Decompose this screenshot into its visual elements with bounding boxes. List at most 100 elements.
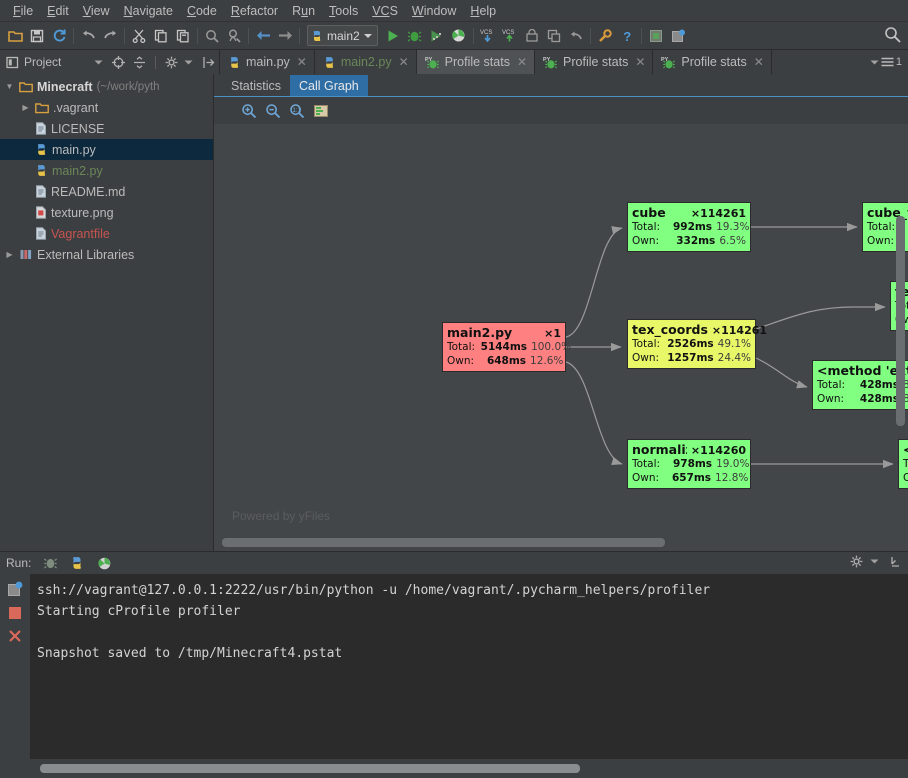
- hide-panel-icon[interactable]: [202, 56, 215, 69]
- run-console-output[interactable]: ssh://vagrant@127.0.0.1:2222/usr/bin/pyt…: [31, 574, 908, 759]
- tab-call-graph[interactable]: Call Graph: [290, 75, 368, 96]
- graph-node-main2[interactable]: main2.py ×1 Total: 5144ms 100.0% Own: 64…: [442, 322, 566, 372]
- vcs-update-icon[interactable]: VCS: [477, 25, 499, 47]
- tree-item-vagrantfile[interactable]: ▶ Vagrantfile: [0, 223, 213, 244]
- editor-tab-main-py[interactable]: main.py ✕: [220, 50, 315, 74]
- menu-item-code[interactable]: Code: [180, 2, 224, 20]
- profile-snapshot-icon[interactable]: [93, 552, 115, 574]
- close-icon[interactable]: ✕: [517, 55, 527, 69]
- debug-icon[interactable]: [404, 25, 426, 47]
- menu-item-view[interactable]: View: [76, 2, 117, 20]
- chevron-down-icon[interactable]: [870, 558, 879, 565]
- help-icon[interactable]: ?: [616, 25, 638, 47]
- menu-item-vcs[interactable]: VCS: [365, 2, 405, 20]
- node-own-line: Own: 428ms 8.3%: [817, 393, 908, 406]
- cut-icon[interactable]: [128, 25, 150, 47]
- undo-icon[interactable]: [77, 25, 99, 47]
- close-icon[interactable]: [8, 629, 22, 643]
- vcs-commit-icon[interactable]: VCS: [499, 25, 521, 47]
- deployment-icon[interactable]: [667, 25, 689, 47]
- tree-item-main2-py[interactable]: ▶ main2.py: [0, 160, 213, 181]
- editor-tab-profile-stats-2[interactable]: PY Profile stats ✕: [535, 50, 653, 74]
- node-total-label: Total:: [632, 338, 662, 351]
- sync-refresh-icon[interactable]: [48, 25, 70, 47]
- editor-tab-profile-stats-1[interactable]: PY Profile stats ✕: [417, 50, 535, 74]
- rerun-icon[interactable]: [39, 552, 61, 574]
- graph-vertical-scrollbar[interactable]: [896, 216, 905, 426]
- expand-collapse-icon[interactable]: [133, 56, 146, 69]
- gear-icon[interactable]: [165, 56, 178, 69]
- save-all-icon[interactable]: [26, 25, 48, 47]
- call-graph-canvas[interactable]: main2.py ×1 Total: 5144ms 100.0% Own: 64…: [214, 124, 908, 551]
- graph-node-round[interactable]: <round> ×342780 Total: 320ms 6.2% Own: 3…: [898, 439, 908, 489]
- menu-item-navigate[interactable]: Navigate: [117, 2, 180, 20]
- menu-file-rest: ile: [21, 4, 34, 18]
- node-total-pct: 19.3%: [712, 221, 749, 234]
- editor-tab-profile-stats-3[interactable]: PY Profile stats ✕: [653, 50, 771, 74]
- target-icon[interactable]: [112, 56, 125, 69]
- run-icon[interactable]: [382, 25, 404, 47]
- console-horizontal-scrollbar[interactable]: [40, 764, 580, 773]
- graph-horizontal-scrollbar[interactable]: [222, 538, 665, 547]
- close-icon[interactable]: ✕: [754, 55, 764, 69]
- replace-icon[interactable]: [223, 25, 245, 47]
- node-total-ms: 992ms: [660, 221, 712, 234]
- tree-item-main-py[interactable]: ▶ main.py: [0, 139, 213, 160]
- back-icon[interactable]: [252, 25, 274, 47]
- vcs-history-icon[interactable]: [521, 25, 543, 47]
- run-configuration-selector[interactable]: main2: [307, 25, 378, 46]
- menu-item-file[interactable]: File: [6, 2, 40, 20]
- search-everywhere-button[interactable]: [884, 26, 901, 43]
- tree-item-minecraft[interactable]: ▼ Minecraft (~/work/pyth: [0, 76, 213, 97]
- tree-item-vagrant[interactable]: ▶ .vagrant: [0, 97, 213, 118]
- menu-item-edit[interactable]: Edit: [40, 2, 76, 20]
- close-icon[interactable]: ✕: [297, 55, 307, 69]
- hide-icon[interactable]: [889, 555, 902, 568]
- run-coverage-icon[interactable]: [426, 25, 448, 47]
- graph-node-normalize[interactable]: normalize ×114260 Total: 978ms 19.0% Own…: [627, 439, 751, 489]
- expanded-arrow-icon[interactable]: ▼: [4, 82, 15, 91]
- save-snapshot-icon[interactable]: [7, 581, 23, 597]
- zoom-actual-icon[interactable]: 1:1: [288, 102, 306, 120]
- chevron-down-icon[interactable]: [94, 59, 103, 66]
- stop-icon[interactable]: [9, 607, 21, 619]
- tree-item-readme-md[interactable]: ▶ README.md: [0, 181, 213, 202]
- close-icon[interactable]: ✕: [399, 55, 409, 69]
- toolbar-separator: [473, 28, 474, 44]
- node-call-count: ×114261: [708, 324, 767, 337]
- menu-item-run[interactable]: Run: [285, 2, 322, 20]
- open-folder-icon[interactable]: [4, 25, 26, 47]
- zoom-out-icon[interactable]: [264, 102, 282, 120]
- collapsed-arrow-icon[interactable]: ▶: [4, 250, 15, 259]
- zoom-in-icon[interactable]: [240, 102, 258, 120]
- graph-node-cube[interactable]: cube ×114261 Total: 992ms 19.3% Own: 332…: [627, 202, 751, 252]
- gear-icon[interactable]: [850, 555, 863, 568]
- tree-item-texture-png[interactable]: ▶ texture.png: [0, 202, 213, 223]
- menu-item-tools[interactable]: Tools: [322, 2, 365, 20]
- tree-item-external-libraries[interactable]: ▶ External Libraries: [0, 244, 213, 265]
- graph-node-tex-coords[interactable]: tex_coords ×114261 Total: 2526ms 49.1% O…: [627, 319, 756, 369]
- python-console-icon[interactable]: [66, 552, 88, 574]
- paste-icon[interactable]: [172, 25, 194, 47]
- copy-icon[interactable]: [150, 25, 172, 47]
- menu-item-help[interactable]: Help: [463, 2, 503, 20]
- chevron-down-icon[interactable]: [184, 59, 193, 66]
- collapsed-arrow-icon[interactable]: ▶: [20, 103, 31, 112]
- profile-icon[interactable]: [448, 25, 470, 47]
- menu-item-window[interactable]: Window: [405, 2, 463, 20]
- vcs-compare-icon[interactable]: [543, 25, 565, 47]
- close-icon[interactable]: ✕: [635, 55, 645, 69]
- redo-icon[interactable]: [99, 25, 121, 47]
- settings-wrench-icon[interactable]: [594, 25, 616, 47]
- tree-item-license[interactable]: ▶ LICENSE: [0, 118, 213, 139]
- editor-tab-main2-py[interactable]: main2.py ✕: [315, 50, 417, 74]
- graph-node-list-extend[interactable]: <method 'extend' of 'list' objects ×3427…: [812, 360, 908, 410]
- tab-list-button[interactable]: 1: [870, 50, 908, 74]
- menu-item-refactor[interactable]: Refactor: [224, 2, 285, 20]
- remote-host-icon[interactable]: [645, 25, 667, 47]
- fit-content-icon[interactable]: [312, 102, 330, 120]
- tab-statistics[interactable]: Statistics: [222, 75, 290, 96]
- forward-icon[interactable]: [274, 25, 296, 47]
- revert-icon[interactable]: [565, 25, 587, 47]
- find-icon[interactable]: [201, 25, 223, 47]
